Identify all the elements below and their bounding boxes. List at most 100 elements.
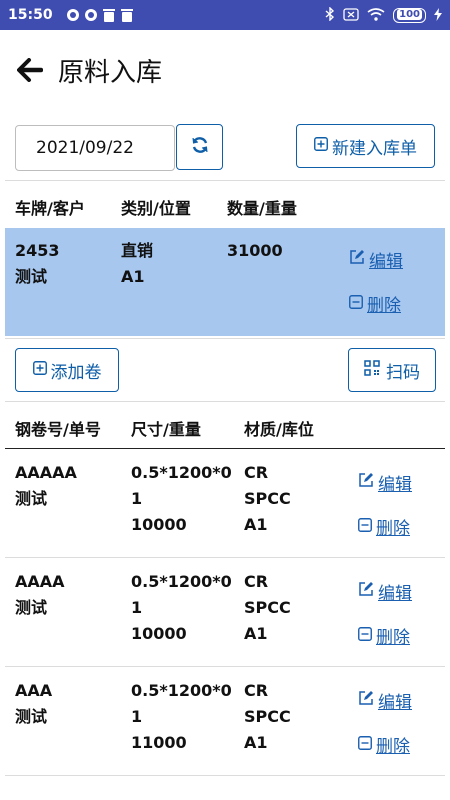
wifi-icon (367, 6, 385, 25)
coil-weight: 10000 (131, 624, 187, 643)
plus-square-icon (32, 360, 47, 380)
battery-level: 100 (397, 8, 422, 20)
order-edit-label: 编辑 (369, 252, 403, 272)
order-table-header: 车牌/客户 类别/位置 数量/重量 (0, 183, 450, 227)
column-header-size-weight: 尺寸/重量 (131, 420, 201, 439)
column-header-coil-order: 钢卷号/单号 (15, 420, 101, 439)
page-title: 原料入库 (58, 57, 163, 88)
coil-size-cell: 0.5*1200*0 1 10000 (131, 460, 232, 538)
notification-circle-icon (66, 9, 79, 21)
new-inbound-order-button[interactable]: 新建入库单 (296, 124, 435, 168)
row-separator (5, 775, 445, 776)
coil-delete-link[interactable]: 删除 (358, 623, 410, 648)
row-separator (5, 557, 445, 558)
minus-square-icon (349, 294, 363, 314)
trash-icon (120, 8, 133, 22)
order-plate: 2453 (15, 241, 60, 260)
order-category: 直销 (121, 241, 154, 260)
notification-circle-icon (84, 9, 97, 21)
refresh-button[interactable] (176, 124, 223, 170)
divider (5, 401, 445, 402)
coil-delete-link[interactable]: 删除 (358, 514, 410, 539)
coil-id-cell: AAAA 测试 (15, 569, 65, 621)
status-bar: 15:50 100 (0, 0, 450, 30)
coil-id-cell: AAAAA 测试 (15, 460, 77, 512)
order-number: 测试 (15, 598, 48, 617)
add-coil-label: 添加卷 (50, 362, 102, 383)
coil-edit-label: 编辑 (378, 584, 412, 604)
divider (5, 338, 445, 339)
coil-material: CR (244, 681, 269, 700)
edit-icon (358, 472, 374, 493)
coil-material: CR (244, 463, 269, 482)
edit-icon (349, 249, 365, 270)
coil-size-cell: 0.5*1200*0 1 11000 (131, 678, 232, 756)
minus-square-icon (358, 517, 372, 537)
status-bar-right: 100 (325, 5, 442, 25)
sim-off-icon (343, 6, 359, 25)
coil-number: AAA (15, 681, 53, 700)
app-header: 原料入库 (0, 30, 450, 110)
add-coil-button[interactable]: 添加卷 (15, 348, 119, 392)
coil-material-cell: CR SPCC A1 (244, 460, 291, 538)
battery-icon: 100 (393, 7, 426, 23)
coil-number: AAAAA (15, 463, 77, 482)
coil-action-row: 添加卷 扫码 (0, 343, 450, 399)
coil-location: A1 (244, 733, 268, 752)
coil-delete-link[interactable]: 删除 (358, 732, 410, 757)
coil-location: A1 (244, 624, 268, 643)
coil-size: 0.5*1200*0 (131, 463, 232, 482)
back-arrow-icon[interactable] (14, 54, 46, 86)
charging-bolt-icon (434, 6, 442, 25)
coil-material-cell: CR SPCC A1 (244, 569, 291, 647)
coil-size: 0.5*1200*0 (131, 681, 232, 700)
coil-delete-label: 删除 (376, 737, 410, 757)
minus-square-icon (358, 626, 372, 646)
edit-icon (358, 690, 374, 711)
table-row[interactable]: AAAAA 测试 0.5*1200*0 1 10000 CR SPCC A1 编… (0, 450, 450, 558)
scan-code-label: 扫码 (386, 362, 420, 383)
table-row[interactable]: AAA 测试 0.5*1200*0 1 11000 CR SPCC A1 编辑 … (0, 668, 450, 776)
column-header-quantity-weight: 数量/重量 (227, 199, 297, 218)
coil-delete-label: 删除 (376, 628, 410, 648)
scan-code-button[interactable]: 扫码 (348, 348, 436, 392)
order-number: 测试 (15, 489, 48, 508)
divider (5, 180, 445, 181)
order-row-selected[interactable]: 2453 测试 直销 A1 31000 编辑 删除 (5, 228, 445, 336)
order-category-position: 直销 A1 (121, 238, 153, 290)
refresh-icon (191, 136, 209, 158)
coil-size-cell: 0.5*1200*0 1 10000 (131, 569, 232, 647)
date-input[interactable]: 2021/09/22 (15, 125, 175, 171)
coil-weight: 11000 (131, 733, 187, 752)
order-customer: 测试 (15, 267, 48, 286)
coil-table-header: 钢卷号/单号 尺寸/重量 材质/库位 (0, 404, 450, 448)
coil-size-cont: 1 (131, 598, 143, 617)
order-number: 测试 (15, 707, 48, 726)
order-delete-link[interactable]: 删除 (349, 291, 401, 316)
plus-square-icon (314, 136, 328, 156)
coil-material: CR (244, 572, 269, 591)
coil-edit-label: 编辑 (378, 475, 412, 495)
coil-edit-link[interactable]: 编辑 (358, 579, 412, 604)
bluetooth-icon (325, 5, 335, 24)
column-header-material-location: 材质/库位 (244, 420, 314, 439)
order-position: A1 (121, 267, 145, 286)
column-header-plate-customer: 车牌/客户 (15, 199, 85, 218)
coil-edit-label: 编辑 (378, 693, 412, 713)
order-plate-customer: 2453 测试 (15, 238, 60, 290)
coil-grade: SPCC (244, 598, 291, 617)
qr-code-icon (364, 359, 380, 381)
row-separator (5, 666, 445, 667)
coil-size-cont: 1 (131, 707, 143, 726)
coil-grade: SPCC (244, 489, 291, 508)
status-bar-left: 15:50 (8, 7, 133, 23)
order-edit-link[interactable]: 编辑 (349, 247, 403, 272)
column-header-category-position: 类别/位置 (121, 199, 191, 218)
coil-weight: 10000 (131, 515, 187, 534)
coil-edit-link[interactable]: 编辑 (358, 688, 412, 713)
order-delete-label: 删除 (367, 296, 401, 316)
coil-edit-link[interactable]: 编辑 (358, 470, 412, 495)
coil-id-cell: AAA 测试 (15, 678, 52, 730)
coil-size: 0.5*1200*0 (131, 572, 232, 591)
table-row[interactable]: AAAA 测试 0.5*1200*0 1 10000 CR SPCC A1 编辑… (0, 559, 450, 667)
